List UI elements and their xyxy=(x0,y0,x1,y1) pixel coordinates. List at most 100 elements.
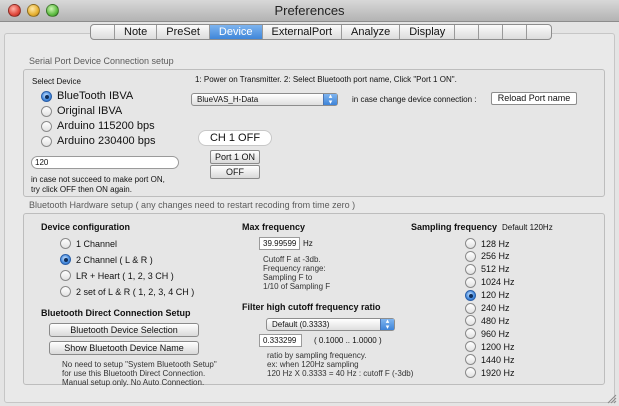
ratio-note: ratio by sampling frequency. ex: when 12… xyxy=(267,351,414,378)
device-radio[interactable]: Original IBVA xyxy=(41,105,122,117)
sampling-frequency-radio[interactable]: 128 Hz xyxy=(465,238,510,249)
sampling-frequency-radio-label: 128 Hz xyxy=(481,238,510,249)
radio-button-icon[interactable] xyxy=(60,270,71,281)
tab-display[interactable]: Display xyxy=(400,25,456,39)
cutoff-note: Cutoff F at -3db. Frequency range: Sampl… xyxy=(263,255,331,291)
radio-button-icon[interactable] xyxy=(465,302,476,314)
sampling-frequency-radio[interactable]: 120 Hz xyxy=(465,289,510,301)
radio-button-icon[interactable] xyxy=(41,120,52,132)
show-bluetooth-device-name-button[interactable]: Show Bluetooth Device Name xyxy=(49,341,199,355)
device-radio-label: BlueTooth IBVA xyxy=(57,90,134,102)
radio-button-icon[interactable] xyxy=(465,354,476,366)
tab-spacer xyxy=(455,25,480,39)
sampling-frequency-radio-label: 120 Hz xyxy=(481,290,510,301)
tab-spacer xyxy=(503,25,528,39)
tab-note[interactable]: Note xyxy=(115,25,158,39)
configuration-radio[interactable]: 1 Channel xyxy=(60,238,117,249)
select-device-label: Select Device xyxy=(32,77,81,86)
tab-spacer xyxy=(479,25,504,39)
device-radio[interactable]: Arduino 115200 bps xyxy=(41,120,155,132)
device-radio-label: Arduino 230400 bps xyxy=(57,135,156,147)
sampling-frequency-radio[interactable]: 1200 Hz xyxy=(465,341,515,353)
port-name-select[interactable]: BlueVAS_H-Data ▴ ▾ xyxy=(191,93,338,106)
title-bar: Preferences xyxy=(0,0,619,22)
configuration-radio-label: LR + Heart ( 1, 2, 3 CH ) xyxy=(76,270,174,281)
tab-device[interactable]: Device xyxy=(209,25,263,39)
channel-status-indicator: CH 1 OFF xyxy=(198,130,272,146)
sampling-frequency-radio-label: 1024 Hz xyxy=(481,277,515,288)
preferences-tab-bar: Note PreSet Device ExternalPort Analyze … xyxy=(90,24,553,40)
tab-externalport[interactable]: ExternalPort xyxy=(263,25,343,39)
radio-button-icon[interactable] xyxy=(465,289,476,301)
tab-preset[interactable]: PreSet xyxy=(157,25,210,39)
tab-spacer xyxy=(527,25,551,39)
sampling-frequency-radio[interactable]: 1024 Hz xyxy=(465,276,515,288)
filter-ratio-select[interactable]: Default (0.3333) ▴ ▾ xyxy=(266,318,395,331)
configuration-radio[interactable]: 2 Channel ( L & R ) xyxy=(60,254,153,265)
configuration-radio-label: 2 Channel ( L & R ) xyxy=(76,254,153,265)
device-radio-label: Original IBVA xyxy=(57,105,123,117)
sampling-frequency-radio-label: 1200 Hz xyxy=(481,341,515,352)
bluetooth-device-selection-button[interactable]: Bluetooth Device Selection xyxy=(49,323,199,337)
sampling-frequency-radio-label: 256 Hz xyxy=(481,251,510,262)
radio-button-icon[interactable] xyxy=(465,328,476,340)
configuration-radio[interactable]: 2 set of L & R ( 1, 2, 3, 4 CH ) xyxy=(60,286,194,297)
filter-cutoff-label: Filter high cutoff frequency ratio xyxy=(242,302,381,312)
tab-analyze[interactable]: Analyze xyxy=(342,25,401,39)
preferences-window: Preferences Serial Port Device Connectio… xyxy=(0,0,619,406)
sampling-frequency-radio-label: 1440 Hz xyxy=(481,354,515,365)
window-title: Preferences xyxy=(274,3,345,18)
serial-instruction-text: 1: Power on Transmitter. 2: Select Bluet… xyxy=(195,75,457,84)
device-radio-label: Arduino 115200 bps xyxy=(57,120,155,132)
radio-button-icon[interactable] xyxy=(465,315,476,327)
sampling-frequency-label: Sampling frequency xyxy=(411,222,498,232)
radio-button-icon[interactable] xyxy=(60,238,71,249)
sampling-frequency-radio[interactable]: 1920 Hz xyxy=(465,367,515,378)
sampling-frequency-radio-label: 240 Hz xyxy=(481,303,510,313)
device-configuration-label: Device configuration xyxy=(41,222,131,232)
port-hint-text: in case not succeed to make port ON, try… xyxy=(31,175,165,194)
port-on-button[interactable]: Port 1 ON xyxy=(210,150,260,164)
resize-grip-icon[interactable] xyxy=(607,394,617,404)
radio-button-icon[interactable] xyxy=(60,286,71,297)
radio-button-icon[interactable] xyxy=(465,341,476,353)
serial-section-title: Serial Port Device Connection setup xyxy=(29,56,174,66)
radio-button-icon[interactable] xyxy=(41,105,52,117)
radio-button-icon[interactable] xyxy=(60,254,71,265)
radio-button-icon[interactable] xyxy=(465,367,476,378)
bluetooth-direct-title: Bluetooth Direct Connection Setup xyxy=(41,308,191,318)
device-radio[interactable]: Arduino 230400 bps xyxy=(41,135,155,147)
device-radio[interactable]: BlueTooth IBVA xyxy=(41,90,133,102)
sampling-frequency-radio[interactable]: 480 Hz xyxy=(465,315,510,327)
filter-ratio-select-value: Default (0.3333) xyxy=(272,320,330,329)
radio-button-icon[interactable] xyxy=(41,90,52,102)
bluetooth-section-title: Bluetooth Hardware setup ( any changes n… xyxy=(29,200,356,210)
direct-connection-note: No need to setup "System Bluetooth Setup… xyxy=(62,360,217,387)
max-frequency-unit: Hz xyxy=(303,239,313,248)
sampling-default-label: Default 120Hz xyxy=(502,223,553,232)
max-frequency-field[interactable]: 39.99599 xyxy=(259,237,300,250)
port-value-field[interactable]: 120 xyxy=(31,156,179,169)
sampling-frequency-radio[interactable]: 256 Hz xyxy=(465,250,510,262)
sampling-frequency-radio[interactable]: 240 Hz xyxy=(465,302,510,314)
device-tab-content: Serial Port Device Connection setup Sele… xyxy=(4,33,615,403)
radio-button-icon[interactable] xyxy=(465,250,476,262)
radio-button-icon[interactable] xyxy=(465,263,476,275)
sampling-frequency-radio[interactable]: 512 Hz xyxy=(465,263,510,275)
radio-button-icon[interactable] xyxy=(465,276,476,288)
cutoff-ratio-range: ( 0.1000 .. 1.0000 ) xyxy=(314,336,382,345)
sampling-frequency-radio-label: 1920 Hz xyxy=(481,367,515,378)
configuration-radio[interactable]: LR + Heart ( 1, 2, 3 CH ) xyxy=(60,270,174,281)
configuration-radio-label: 1 Channel xyxy=(76,238,118,249)
sampling-frequency-radio[interactable]: 1440 Hz xyxy=(465,354,515,366)
cutoff-ratio-field[interactable]: 0.333299 xyxy=(259,334,302,347)
tab-spacer xyxy=(91,25,115,39)
sampling-frequency-radio[interactable]: 960 Hz xyxy=(465,328,510,340)
reload-port-name-button[interactable]: Reload Port name xyxy=(491,92,577,105)
port-off-button[interactable]: OFF xyxy=(210,165,260,179)
sampling-frequency-radio-label: 512 Hz xyxy=(481,264,510,275)
sampling-frequency-radio-label: 960 Hz xyxy=(481,328,510,339)
radio-button-icon[interactable] xyxy=(41,135,52,147)
sampling-frequency-radio-label: 480 Hz xyxy=(481,315,510,326)
radio-button-icon[interactable] xyxy=(465,238,476,249)
